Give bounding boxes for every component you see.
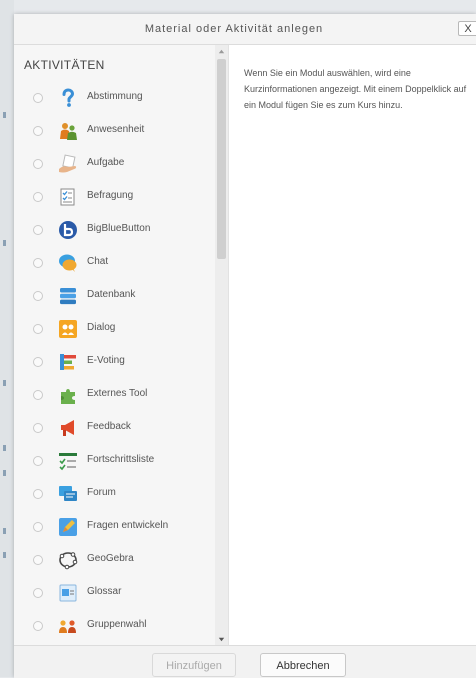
activity-item-fortschrittsliste[interactable]: Fortschrittsliste: [14, 446, 214, 476]
puzzle-icon: [61, 389, 75, 404]
activity-item-abstimmung[interactable]: Abstimmung: [14, 83, 214, 113]
activity-label: Gruppenwahl: [87, 619, 147, 630]
activity-label: Feedback: [87, 421, 131, 432]
activity-chooser-dialog: Material oder Aktivität anlegen X AKTIVI…: [14, 14, 476, 678]
activity-item-forum[interactable]: Forum: [14, 479, 214, 509]
module-summary-text: Wenn Sie ein Modul auswählen, wird eine …: [244, 68, 467, 110]
radio-button[interactable]: [33, 93, 43, 103]
activity-label: Befragung: [87, 190, 134, 201]
radio-button[interactable]: [33, 489, 43, 499]
attendance-people-icon: [60, 123, 77, 140]
background-mark: [3, 552, 6, 558]
question-mark-icon: [62, 88, 75, 107]
activity-item-geogebra[interactable]: GeoGebra: [14, 545, 214, 575]
radio-button[interactable]: [33, 522, 43, 532]
activity-label: Dialog: [87, 322, 116, 333]
group-choice-icon: [59, 620, 76, 633]
list-scrollbar[interactable]: [215, 45, 228, 645]
background-mark: [3, 112, 6, 118]
activity-item-glossar[interactable]: Glossar: [14, 578, 214, 608]
dialog-title: Material oder Aktivität anlegen: [144, 23, 324, 35]
background-mark: [3, 470, 6, 476]
radio-button[interactable]: [33, 390, 43, 400]
activity-label: Aufgabe: [87, 157, 125, 168]
activity-label: Datenbank: [87, 289, 136, 300]
bigbluebutton-icon: [59, 221, 77, 239]
activity-label: Glossar: [87, 586, 122, 597]
activity-item-datenbank[interactable]: Datenbank: [14, 281, 214, 311]
activity-label: Fragen entwickeln: [87, 520, 169, 531]
assignment-hand-icon: [59, 154, 77, 173]
background-page: [0, 0, 14, 677]
radio-button[interactable]: [33, 357, 43, 367]
background-mark: [3, 528, 6, 534]
scroll-down-arrow-icon[interactable]: [217, 635, 226, 644]
activity-label: Forum: [87, 487, 116, 498]
activity-item-externes-tool[interactable]: Externes Tool: [14, 380, 214, 410]
radio-button[interactable]: [33, 621, 43, 631]
radio-button[interactable]: [33, 456, 43, 466]
add-button[interactable]: Hinzufügen: [152, 653, 236, 677]
pencil-icon: [59, 518, 77, 536]
radio-button[interactable]: [33, 126, 43, 136]
megaphone-icon: [61, 420, 74, 436]
radio-button[interactable]: [33, 588, 43, 598]
radio-button[interactable]: [33, 423, 43, 433]
radio-button[interactable]: [33, 225, 43, 235]
activity-label: Externes Tool: [87, 388, 148, 399]
activity-item-gruppenwahl[interactable]: Gruppenwahl: [14, 611, 214, 641]
glossary-book-icon: [59, 584, 77, 602]
activity-label: Fortschrittsliste: [87, 454, 155, 465]
dialog-footer: Hinzufügen Abbrechen: [14, 645, 476, 678]
radio-button[interactable]: [33, 555, 43, 565]
activity-label: E-Voting: [87, 355, 125, 366]
activity-label: GeoGebra: [87, 553, 134, 564]
activity-item-aufgabe[interactable]: Aufgabe: [14, 149, 214, 179]
bar-chart-icon: [60, 354, 76, 370]
activity-item-e-voting[interactable]: E-Voting: [14, 347, 214, 377]
activity-item-chat[interactable]: Chat: [14, 248, 214, 278]
background-mark: [3, 445, 6, 451]
forum-icon: [59, 486, 77, 501]
activity-label: Anwesenheit: [87, 124, 145, 135]
dialog-titlebar: Material oder Aktivität anlegen X: [14, 14, 476, 45]
activity-label: Abstimmung: [87, 91, 143, 102]
activity-item-bigbluebutton[interactable]: BigBlueButton: [14, 215, 214, 245]
radio-button[interactable]: [33, 258, 43, 268]
radio-button[interactable]: [33, 192, 43, 202]
activity-item-feedback[interactable]: Feedback: [14, 413, 214, 443]
radio-button[interactable]: [33, 159, 43, 169]
database-icon: [60, 288, 76, 305]
progress-checklist-icon: [59, 453, 77, 471]
activity-item-fragen-entwickeln[interactable]: Fragen entwickeln: [14, 512, 214, 542]
close-button[interactable]: X: [458, 21, 476, 36]
radio-button[interactable]: [33, 324, 43, 334]
activity-list: AKTIVITÄTEN Abstimmung Anwesenheit Aufga…: [14, 45, 229, 645]
activity-item-befragung[interactable]: Befragung: [14, 182, 214, 212]
survey-checklist-icon: [60, 188, 75, 206]
scroll-thumb[interactable]: [217, 59, 226, 259]
background-mark: [3, 240, 6, 246]
background-mark: [3, 380, 6, 386]
geogebra-icon: [59, 552, 78, 570]
activity-label: Chat: [87, 256, 109, 267]
scroll-up-arrow-icon[interactable]: [217, 47, 226, 56]
activities-heading: AKTIVITÄTEN: [24, 58, 105, 72]
cancel-button[interactable]: Abbrechen: [260, 653, 346, 677]
activity-label: BigBlueButton: [87, 223, 151, 234]
dialogue-icon: [59, 320, 77, 338]
chat-bubble-icon: [59, 254, 77, 272]
activity-item-dialog[interactable]: Dialog: [14, 314, 214, 344]
radio-button[interactable]: [33, 291, 43, 301]
activity-item-anwesenheit[interactable]: Anwesenheit: [14, 116, 214, 146]
